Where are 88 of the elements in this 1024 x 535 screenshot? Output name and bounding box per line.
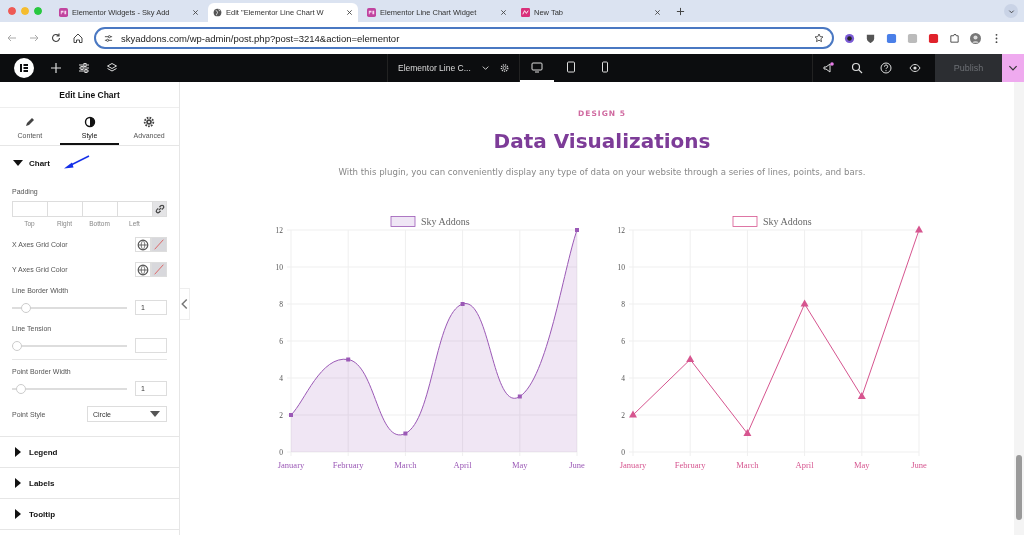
close-icon[interactable] [192,9,199,16]
axis-tick-label: March [736,460,759,470]
help-icon[interactable] [879,62,892,74]
slider-handle[interactable] [12,340,22,351]
pencil-icon [23,116,36,128]
megaphone-icon[interactable] [821,62,834,74]
search-icon[interactable] [850,62,863,74]
color-swatch[interactable] [151,237,167,252]
tablet-icon [565,61,577,73]
extension-icon[interactable] [865,32,876,44]
global-colors-button[interactable] [135,237,151,252]
axis-tick-label: January [619,460,647,470]
padding-input[interactable] [47,201,82,217]
link-icon [153,203,166,215]
gear-icon [143,116,156,128]
padding-input[interactable] [117,201,152,217]
address-bar[interactable]: skyaddons.com/wp-admin/post.php?post=3214&action=elementor [94,27,834,49]
data-point [800,299,809,307]
scrollbar-thumb[interactable] [1016,455,1022,520]
settings-icon[interactable] [499,62,509,74]
close-icon[interactable] [500,9,507,16]
legend-swatch-icon [732,216,758,227]
axis-tick-label: April [453,460,472,470]
section-header[interactable]: Chart [0,146,179,180]
data-point [289,413,293,417]
contrast-icon [83,116,96,128]
panel-title: Edit Line Chart [0,82,179,108]
legend-swatch-icon [390,216,416,227]
extension-icon[interactable] [844,32,855,44]
axis-tick-label: May [512,460,528,470]
favicon-icon [59,8,68,17]
eye-icon[interactable] [908,62,921,74]
axis-tick-label: February [674,460,706,470]
slider-handle[interactable] [21,302,32,313]
layers-icon[interactable] [106,62,118,74]
section-header[interactable]: Legend [0,437,179,467]
favicon-icon [521,8,530,17]
axis-tick-label: February [332,460,364,470]
data-point [575,228,579,232]
data-point [346,357,351,362]
reload-icon[interactable] [50,32,62,44]
chevron-icon [180,297,189,310]
globe-icon [213,8,222,17]
color-swatch[interactable] [151,262,167,277]
document-title[interactable]: Elementor Line C... [398,63,471,73]
axis-tick-label: June [569,460,585,470]
plus-icon[interactable] [676,6,685,16]
description: With this plugin, you can conveniently display any type of data on your website through a series of lines, points, and bars. [338,167,866,177]
legend-label: Sky Addons [763,216,812,227]
site-settings-icon[interactable] [104,33,113,43]
mobile-icon [599,61,611,73]
desktop-icon [531,61,543,73]
data-point [517,394,522,399]
padding-input[interactable] [82,201,117,217]
slider-handle[interactable] [16,383,27,394]
data-point [686,355,695,362]
globe-icon [137,238,149,251]
collapse-panel-button[interactable] [180,287,190,320]
heading: Data Visualizations [493,129,711,153]
star-icon[interactable] [814,33,824,43]
data-point [915,225,923,233]
padding-input[interactable] [12,201,47,217]
axis-tick-label: June [911,460,927,470]
home-icon[interactable] [72,32,84,44]
global-colors-button[interactable] [135,262,151,277]
data-point [403,431,408,436]
sliders-icon[interactable] [78,62,90,74]
axis-tick-label: January [277,460,305,470]
legend-label: Sky Addons [421,216,470,227]
close-icon[interactable] [346,9,353,16]
avatar-icon[interactable] [970,32,981,44]
data-point [629,410,637,418]
data-point [460,302,465,306]
globe-icon [137,263,149,276]
number-field[interactable] [135,338,167,353]
chevron-icon [1007,7,1015,15]
section-header[interactable]: Tooltip [0,499,179,529]
axis-tick-label: April [795,460,814,470]
close-icon[interactable] [654,9,661,16]
axis-tick-label: March [394,460,417,470]
pointer-arrow [62,155,91,171]
logo-icon[interactable] [14,58,34,78]
link-button[interactable] [152,201,167,217]
favicon-icon [367,8,376,17]
data-point [857,392,866,399]
axis-tick-label: May [854,460,870,470]
section-header[interactable]: Labels [0,468,179,498]
data-point [743,429,752,436]
